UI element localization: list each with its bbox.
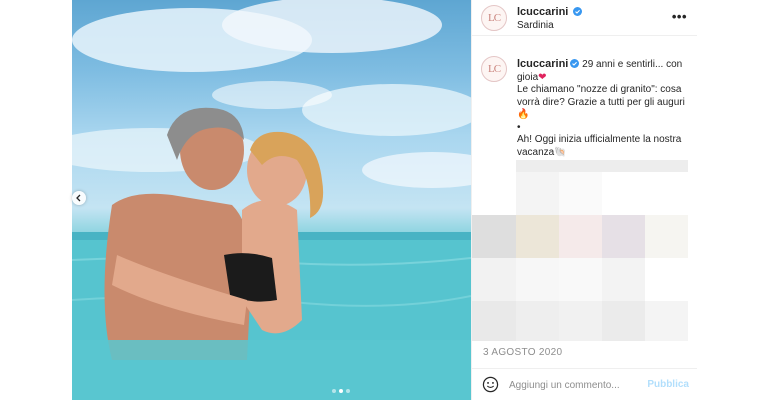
blurred-comment	[472, 215, 516, 258]
blurred-comment	[516, 301, 559, 341]
avatar-initials: LC	[487, 63, 501, 75]
carousel-dots	[332, 389, 350, 393]
post-header: LC lcuccarini Sardinia •••	[472, 0, 697, 36]
blurred-comment	[559, 172, 602, 215]
caption-username[interactable]: lcuccarini	[517, 58, 568, 70]
smiley-icon[interactable]	[482, 376, 499, 393]
publish-button[interactable]: Pubblica	[647, 379, 689, 390]
caption-line-2: Le chiamano "nozze di granito": cosa vor…	[517, 84, 685, 108]
avatar[interactable]: LC	[481, 5, 507, 31]
blurred-comment	[472, 301, 516, 341]
caption-text: lcuccarini 29 anni e sentirli... con gio…	[517, 58, 695, 159]
chevron-left-icon	[76, 194, 81, 202]
blurred-comment	[472, 258, 516, 301]
caption-line-3: •	[517, 121, 521, 133]
blurred-comment	[516, 172, 559, 215]
carousel-prev-button[interactable]	[72, 191, 86, 205]
shell-emoji-icon: 🐚	[554, 146, 567, 158]
comment-bar: Pubblica	[471, 368, 697, 400]
carousel-dot	[346, 389, 350, 393]
photo-illustration	[72, 0, 471, 400]
blurred-comment	[516, 160, 688, 172]
heart-emoji-icon: ❤	[538, 71, 547, 83]
avatar-initials: LC	[487, 12, 501, 24]
header-username[interactable]: lcuccarini	[517, 6, 583, 18]
blurred-comment	[559, 301, 602, 341]
more-options-icon[interactable]: •••	[672, 9, 687, 24]
blurred-comment	[602, 258, 645, 301]
caption-line-4: Ah! Oggi inizia ufficialmente la nostra …	[517, 134, 682, 158]
blurred-comment	[645, 215, 688, 258]
verified-badge-icon	[573, 7, 583, 16]
blurred-comment	[559, 258, 602, 301]
verified-badge-icon	[570, 59, 580, 68]
blurred-comment	[516, 258, 559, 301]
post-date[interactable]: 3 AGOSTO 2020	[483, 347, 562, 358]
blurred-comment	[602, 301, 645, 341]
blurred-comment	[602, 215, 645, 258]
comment-input[interactable]	[509, 377, 639, 393]
fire-emoji-icon: 🔥	[517, 109, 530, 120]
location-link[interactable]: Sardinia	[517, 20, 554, 31]
carousel-dot-active	[339, 389, 343, 393]
post-photo[interactable]	[72, 0, 471, 400]
caption-avatar[interactable]: LC	[481, 56, 507, 82]
username-text: lcuccarini	[517, 6, 569, 18]
blurred-comment	[559, 215, 602, 258]
blurred-comment	[516, 215, 559, 258]
carousel-dot	[332, 389, 336, 393]
blurred-comment	[645, 301, 688, 341]
